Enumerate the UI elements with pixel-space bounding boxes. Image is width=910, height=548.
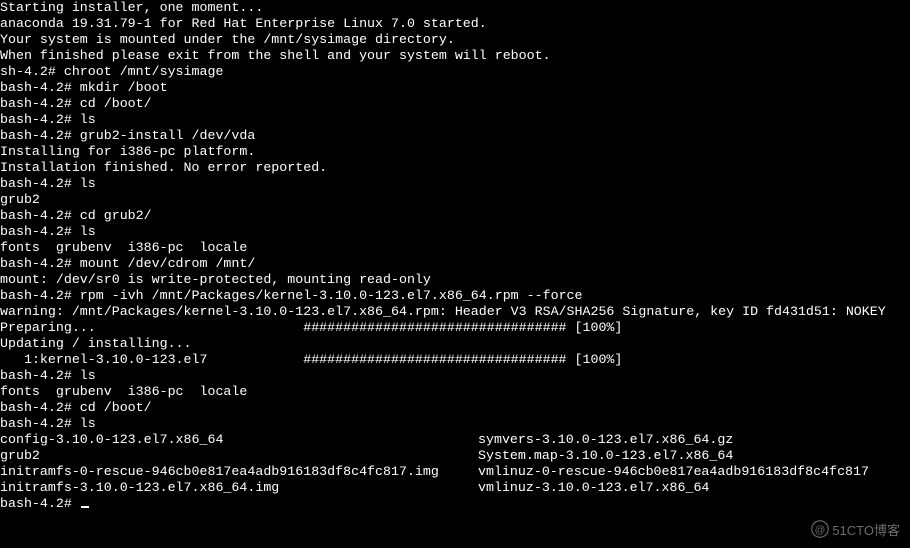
file-listing-row: config-3.10.0-123.el7.x86_64symvers-3.10…	[0, 432, 886, 448]
shell-prompt: bash-4.2#	[0, 96, 80, 111]
file-name: config-3.10.0-123.el7.x86_64	[0, 432, 478, 448]
terminal-output[interactable]: Starting installer, one moment...anacond…	[0, 0, 886, 512]
shell-command: mount /dev/cdrom /mnt/	[80, 256, 256, 271]
shell-command: cd /boot/	[80, 400, 152, 415]
shell-command: ls	[80, 176, 96, 191]
terminal-command-line: bash-4.2# ls	[0, 176, 886, 192]
shell-command: mkdir /boot	[80, 80, 168, 95]
file-name: vmlinuz-3.10.0-123.el7.x86_64	[478, 480, 886, 496]
shell-command: ls	[80, 224, 96, 239]
terminal-output-line: Installing for i386-pc platform.	[0, 144, 886, 160]
terminal-output-line: Preparing... ###########################…	[0, 320, 886, 336]
shell-prompt: sh-4.2#	[0, 64, 64, 79]
terminal-output-line: mount: /dev/sr0 is write-protected, moun…	[0, 272, 886, 288]
shell-prompt: bash-4.2#	[0, 416, 80, 431]
terminal-output-line: fonts grubenv i386-pc locale	[0, 240, 886, 256]
terminal-output-line: grub2	[0, 192, 886, 208]
shell-prompt: bash-4.2#	[0, 288, 80, 303]
shell-prompt: bash-4.2#	[0, 496, 80, 511]
shell-prompt: bash-4.2#	[0, 400, 80, 415]
terminal-output-line: 1:kernel-3.10.0-123.el7 ################…	[0, 352, 886, 368]
shell-prompt: bash-4.2#	[0, 256, 80, 271]
shell-prompt: bash-4.2#	[0, 176, 80, 191]
terminal-output-line: Updating / installing...	[0, 336, 886, 352]
terminal-intro-line: When finished please exit from the shell…	[0, 48, 886, 64]
svg-text:@: @	[815, 524, 826, 536]
shell-command: cd /boot/	[80, 96, 152, 111]
shell-prompt: bash-4.2#	[0, 80, 80, 95]
terminal-command-line: bash-4.2# rpm -ivh /mnt/Packages/kernel-…	[0, 288, 886, 304]
watermark-badge: @ 51CTO博客	[811, 520, 900, 542]
terminal-command-line: bash-4.2# ls	[0, 224, 886, 240]
file-listing-row: initramfs-0-rescue-946cb0e817ea4adb91618…	[0, 464, 886, 480]
terminal-command-line: bash-4.2# cd /boot/	[0, 400, 886, 416]
terminal-command-line: bash-4.2# grub2-install /dev/vda	[0, 128, 886, 144]
terminal-command-line: bash-4.2# cd grub2/	[0, 208, 886, 224]
terminal-command-line: bash-4.2# mkdir /boot	[0, 80, 886, 96]
file-name: System.map-3.10.0-123.el7.x86_64	[478, 448, 886, 464]
file-name: symvers-3.10.0-123.el7.x86_64.gz	[478, 432, 886, 448]
shell-command: ls	[80, 416, 96, 431]
shell-prompt: bash-4.2#	[0, 128, 80, 143]
shell-command: rpm -ivh /mnt/Packages/kernel-3.10.0-123…	[80, 288, 583, 303]
shell-prompt: bash-4.2#	[0, 224, 80, 239]
terminal-output-line: Installation finished. No error reported…	[0, 160, 886, 176]
shell-command: grub2-install /dev/vda	[80, 128, 256, 143]
watermark-icon: @	[811, 520, 829, 542]
shell-command: ls	[80, 368, 96, 383]
file-listing-row: initramfs-3.10.0-123.el7.x86_64.imgvmlin…	[0, 480, 886, 496]
file-name: initramfs-3.10.0-123.el7.x86_64.img	[0, 480, 478, 496]
file-name: initramfs-0-rescue-946cb0e817ea4adb91618…	[0, 464, 478, 480]
terminal-command-line: bash-4.2# ls	[0, 112, 886, 128]
file-name: grub2	[0, 448, 478, 464]
terminal-command-line: bash-4.2# ls	[0, 368, 886, 384]
terminal-command-line: bash-4.2# cd /boot/	[0, 96, 886, 112]
terminal-command-line: sh-4.2# chroot /mnt/sysimage	[0, 64, 886, 80]
shell-command: ls	[80, 112, 96, 127]
watermark-text: 51CTO博客	[832, 523, 900, 539]
file-name: vmlinuz-0-rescue-946cb0e817ea4adb916183d…	[478, 464, 886, 480]
terminal-output-line: warning: /mnt/Packages/kernel-3.10.0-123…	[0, 304, 886, 320]
shell-prompt: bash-4.2#	[0, 368, 80, 383]
terminal-intro-line: Starting installer, one moment...	[0, 0, 886, 16]
shell-command: chroot /mnt/sysimage	[64, 64, 224, 79]
file-listing-row: grub2System.map-3.10.0-123.el7.x86_64	[0, 448, 886, 464]
cursor-icon	[81, 506, 89, 508]
terminal-command-line: bash-4.2# mount /dev/cdrom /mnt/	[0, 256, 886, 272]
shell-prompt: bash-4.2#	[0, 112, 80, 127]
shell-command: cd grub2/	[80, 208, 152, 223]
shell-prompt: bash-4.2#	[0, 208, 80, 223]
terminal-intro-line: Your system is mounted under the /mnt/sy…	[0, 32, 886, 48]
terminal-intro-line: anaconda 19.31.79-1 for Red Hat Enterpri…	[0, 16, 886, 32]
terminal-command-line: bash-4.2# ls	[0, 416, 886, 432]
terminal-current-line[interactable]: bash-4.2#	[0, 496, 886, 512]
terminal-output-line: fonts grubenv i386-pc locale	[0, 384, 886, 400]
